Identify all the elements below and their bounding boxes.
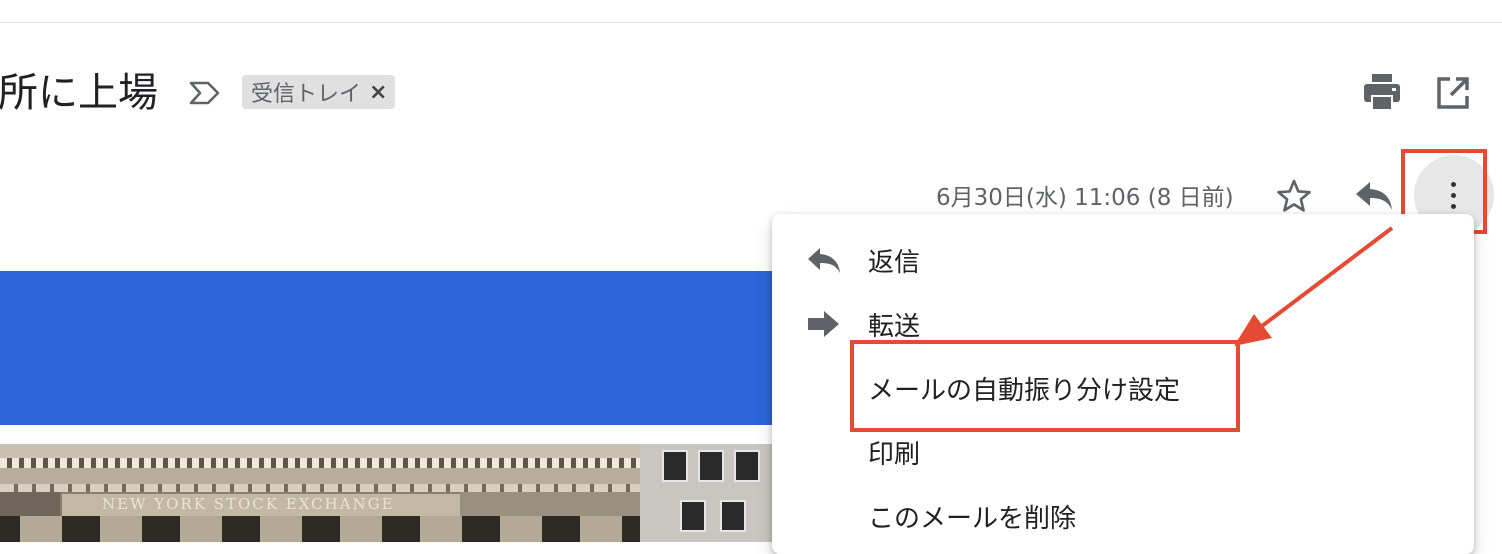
- menu-item-label: このメールを削除: [868, 504, 1077, 534]
- important-icon[interactable]: [188, 80, 222, 106]
- email-photo-nyse: NEW YORK STOCK EXCHANGE: [0, 444, 780, 542]
- menu-item-reply[interactable]: 返信: [772, 230, 1474, 290]
- label-chip-inbox: 受信トレイ ×: [242, 75, 396, 109]
- photo-inscription: NEW YORK STOCK EXCHANGE: [102, 495, 395, 513]
- reply-icon: [808, 248, 840, 273]
- header-divider: [0, 22, 1502, 23]
- print-icon[interactable]: [1363, 72, 1401, 112]
- menu-item-delete[interactable]: このメールを削除: [772, 486, 1474, 546]
- email-date: 6月30日(水) 11:06 (8 日前): [936, 185, 1234, 211]
- remove-label-icon[interactable]: ×: [369, 80, 387, 105]
- star-icon[interactable]: [1276, 178, 1312, 214]
- email-subject: 所に上場: [0, 70, 158, 116]
- menu-item-label: 返信: [868, 248, 921, 278]
- label-chip-text: 受信トレイ: [251, 82, 362, 107]
- annotation-box-filter-item: [850, 340, 1240, 432]
- email-banner: [0, 271, 780, 425]
- menu-item-label: 印刷: [868, 440, 921, 470]
- forward-icon: [808, 311, 839, 337]
- reply-icon[interactable]: [1354, 180, 1394, 212]
- popout-icon[interactable]: [1436, 76, 1470, 110]
- menu-item-label: 転送: [868, 312, 921, 342]
